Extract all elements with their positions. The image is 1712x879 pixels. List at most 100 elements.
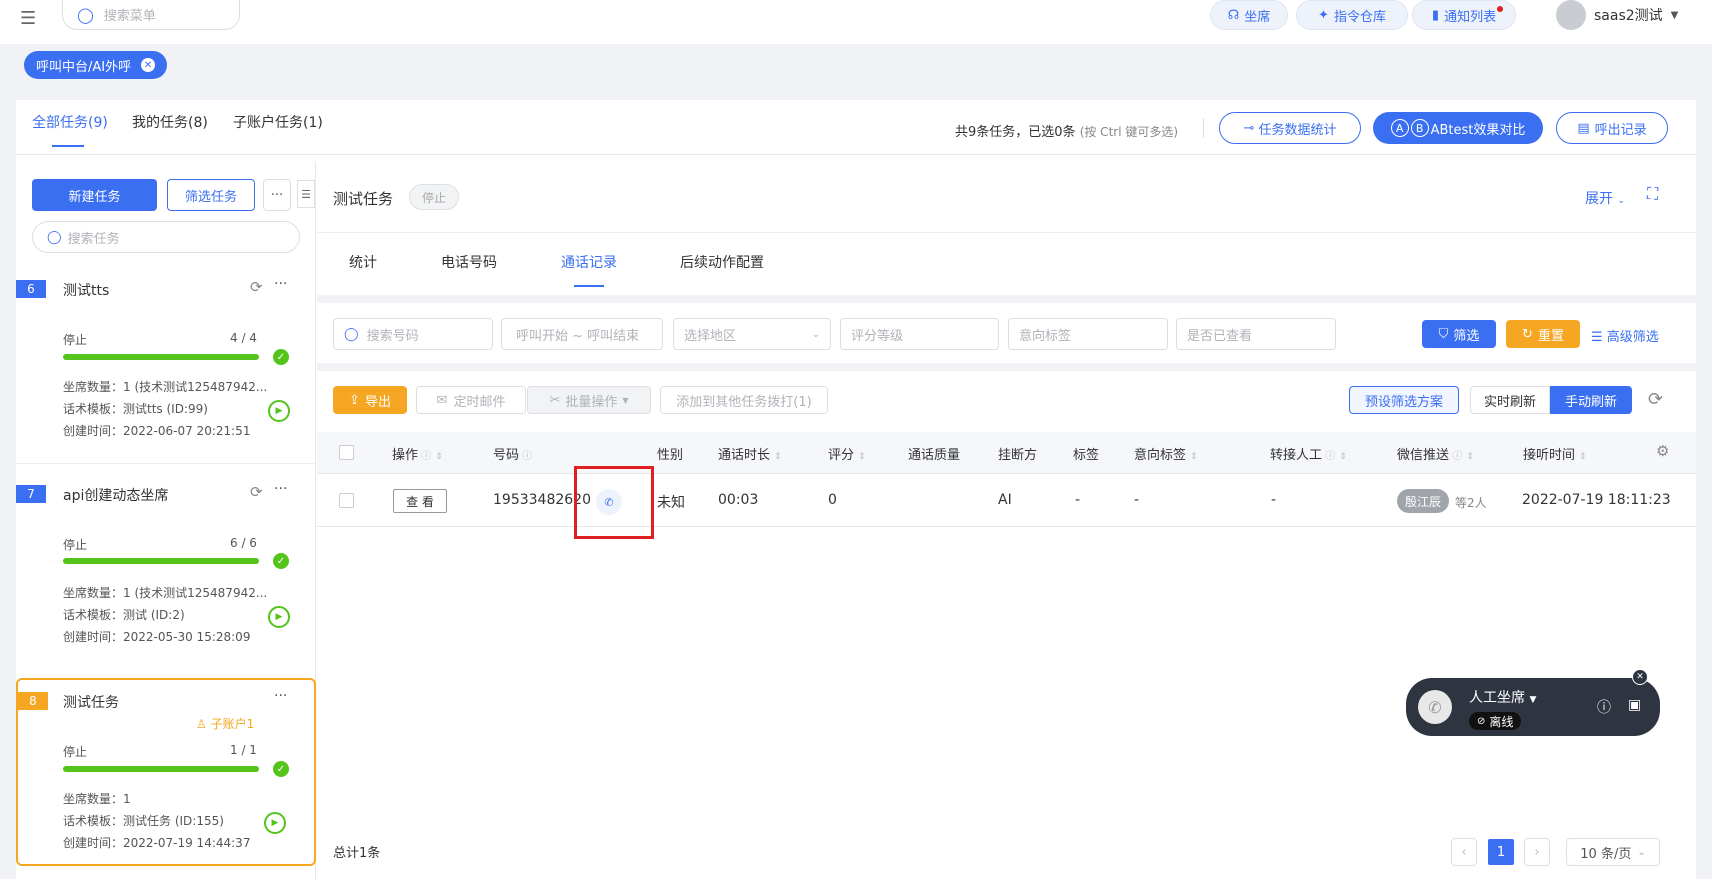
realtime-refresh-button[interactable]: 实时刷新 — [1470, 386, 1550, 414]
task-stats-button[interactable]: ⊸ 任务数据统计 — [1219, 112, 1361, 144]
prev-page-button[interactable]: ‹ — [1451, 838, 1477, 866]
more-icon[interactable]: ··· — [274, 481, 287, 497]
region-select[interactable]: 选择地区 ⌄ — [673, 318, 831, 350]
more-button[interactable]: ··· — [263, 179, 291, 211]
batch-operation-button[interactable]: ✂ 批量操作 ▼ — [527, 386, 651, 414]
page-tag[interactable]: 呼叫中台/AI外呼 ✕ — [24, 51, 168, 79]
viewed-select[interactable]: 是否已查看 — [1176, 318, 1336, 350]
sort-icon[interactable]: ⇕ — [435, 452, 443, 462]
sort-icon[interactable]: ⇕ — [1466, 452, 1474, 462]
export-button[interactable]: ⇪ 导出 — [333, 386, 407, 414]
close-icon[interactable]: ✕ — [141, 58, 156, 72]
more-icon[interactable]: ··· — [274, 276, 287, 292]
page-size-select[interactable]: 10 条/页 ⌄ — [1566, 838, 1660, 866]
seat-button[interactable]: ☊ 坐席 — [1210, 0, 1288, 30]
refresh-icon[interactable]: ⟳ — [1648, 389, 1663, 410]
tab-stats[interactable]: 统计 — [349, 252, 377, 272]
advanced-filter-link[interactable]: ☰ 高级筛选 — [1591, 326, 1659, 345]
phone-search-input[interactable]: ◯ 搜索号码 — [333, 318, 493, 350]
task-created: 创建时间：2022-06-07 20:21:51 — [63, 424, 251, 438]
task-search-input[interactable]: ◯ 搜索任务 — [32, 221, 300, 253]
tab-all-tasks[interactable]: 全部任务(9) — [32, 112, 108, 132]
task-card-7[interactable]: 7 api创建动态坐席 ⟳ ··· 停止 6 / 6 ✓ 坐席数量：1 (技术测… — [16, 478, 316, 660]
menu-search[interactable]: ◯ 搜索菜单 — [62, 0, 240, 30]
detail-header: 测试任务 停止 展开 ⌄ ⛶ — [317, 162, 1696, 232]
preset-filter-button[interactable]: 预设筛选方案 — [1349, 386, 1459, 414]
notice-button[interactable]: ▮ 通知列表 — [1412, 0, 1516, 30]
play-icon[interactable]: ▶ — [268, 606, 290, 628]
grade-select[interactable]: 评分等级 — [840, 318, 999, 350]
fullscreen-icon[interactable]: ⛶ — [1647, 184, 1658, 204]
tab-call-records[interactable]: 通话记录 — [561, 252, 617, 272]
task-number: 6 — [16, 280, 46, 298]
manual-refresh-button[interactable]: 手动刷新 — [1550, 386, 1632, 414]
menu-toggle-icon[interactable]: ☰ — [20, 8, 36, 29]
records-icon: ▤ — [1577, 120, 1590, 136]
add-to-other-task-button[interactable]: 添加到其他任务拨打(1) — [660, 386, 828, 414]
sort-icon[interactable]: ⇕ — [1190, 452, 1198, 462]
col-wechat[interactable]: 微信推送 ⓘ ⇕ — [1397, 444, 1474, 463]
collapse-panel-icon[interactable]: ☰ — [297, 180, 315, 208]
caret-down-icon: ▼ — [1529, 695, 1537, 705]
intent-tag-select[interactable]: 意向标签 — [1008, 318, 1168, 350]
tab-follow-up-config[interactable]: 后续动作配置 — [680, 252, 764, 272]
col-score[interactable]: 评分 ⇕ — [828, 444, 866, 463]
sort-icon[interactable]: ⇕ — [1339, 452, 1347, 462]
tab-phone-numbers[interactable]: 电话号码 — [441, 252, 497, 272]
col-intent[interactable]: 意向标签 ⇕ — [1134, 444, 1198, 463]
filter-icon: ⛉ — [1438, 326, 1449, 342]
filter-button[interactable]: ⛉ 筛选 — [1422, 320, 1496, 348]
page-1[interactable]: 1 — [1488, 839, 1514, 865]
col-action[interactable]: 操作 ⓘ ⇕ — [392, 444, 443, 463]
new-task-button[interactable]: 新建任务 — [32, 179, 157, 211]
search-icon: ◯ — [77, 5, 94, 24]
tab-sub-account-tasks[interactable]: 子账户任务(1) — [233, 112, 323, 132]
row-checkbox[interactable] — [339, 493, 354, 508]
pin-icon: ✦ — [1318, 7, 1329, 23]
play-icon[interactable]: ▶ — [264, 812, 286, 834]
view-button[interactable]: 查 看 — [393, 489, 447, 513]
task-card-6[interactable]: 6 测试tts ⟳ ··· 停止 4 / 4 ✓ 坐席数量：1 (技术测试125… — [16, 272, 316, 454]
col-transfer[interactable]: 转接人工 ⓘ ⇕ — [1270, 444, 1347, 463]
help-icon: ⓘ — [1449, 451, 1463, 462]
tab-my-tasks[interactable]: 我的任务(8) — [132, 112, 208, 132]
call-records-button[interactable]: ▤ 呼出记录 — [1556, 112, 1668, 144]
expand-button[interactable]: 展开 ⌄ — [1585, 188, 1625, 208]
call-time-range[interactable]: 呼叫开始 ~ 呼叫结束 — [501, 318, 663, 350]
reset-button[interactable]: ↻ 重置 — [1506, 320, 1580, 348]
sort-icon[interactable]: ⇕ — [858, 452, 866, 462]
info-icon[interactable]: ⓘ — [1597, 697, 1611, 717]
task-template: 话术模板：测试tts (ID:99) — [63, 402, 208, 416]
more-icon[interactable]: ··· — [274, 688, 287, 704]
column-settings-icon[interactable]: ⚙ — [1656, 442, 1669, 460]
play-icon[interactable]: ▶ — [268, 400, 290, 422]
export-icon: ⇪ — [349, 392, 360, 408]
refresh-icon[interactable]: ⟳ — [250, 278, 263, 296]
notice-label: 通知列表 — [1444, 9, 1497, 25]
softphone-widget[interactable]: ✆ 人工坐席 ▼ ⊘ 离线 ⓘ ▣ — [1406, 678, 1660, 736]
scheduled-mail-button[interactable]: ✉ 定时邮件 — [416, 386, 526, 414]
phone-icon[interactable]: ✆ — [1418, 690, 1452, 724]
sort-icon[interactable]: ⇕ — [774, 452, 782, 462]
refresh-icon[interactable]: ⟳ — [250, 483, 263, 501]
softphone-status-label: 离线 — [1489, 714, 1514, 729]
softphone-title[interactable]: 人工坐席 ▼ — [1469, 687, 1536, 707]
page-size-label: 10 条/页 — [1580, 846, 1632, 862]
command-button[interactable]: ✦ 指令仓库 — [1296, 0, 1408, 30]
filter-task-button[interactable]: 筛选任务 — [167, 179, 255, 211]
ab-b-icon: B — [1410, 119, 1429, 137]
softphone-close-icon[interactable]: ✕ — [1632, 669, 1648, 685]
task-card-8[interactable]: 8 测试任务 ··· ♙ 子账户1 停止 1 / 1 ✓ 坐席数量：1 话术模板… — [16, 678, 316, 866]
task-title: 测试任务 — [63, 695, 119, 711]
sort-icon[interactable]: ⇕ — [1579, 452, 1587, 462]
select-all-checkbox[interactable] — [339, 445, 354, 460]
next-page-button[interactable]: › — [1524, 838, 1550, 866]
user-menu[interactable]: saas2测试 ▼ — [1556, 0, 1678, 30]
tag-bar — [0, 44, 1712, 86]
abtest-button[interactable]: A B ABtest效果对比 — [1373, 112, 1543, 144]
detail-status-badge: 停止 — [409, 184, 459, 210]
minimize-icon[interactable]: ▣ — [1628, 697, 1641, 713]
col-phone[interactable]: 号码 ⓘ — [493, 444, 532, 463]
col-answer-time[interactable]: 接听时间 ⇕ — [1523, 444, 1587, 463]
col-duration[interactable]: 通话时长 ⇕ — [718, 444, 782, 463]
